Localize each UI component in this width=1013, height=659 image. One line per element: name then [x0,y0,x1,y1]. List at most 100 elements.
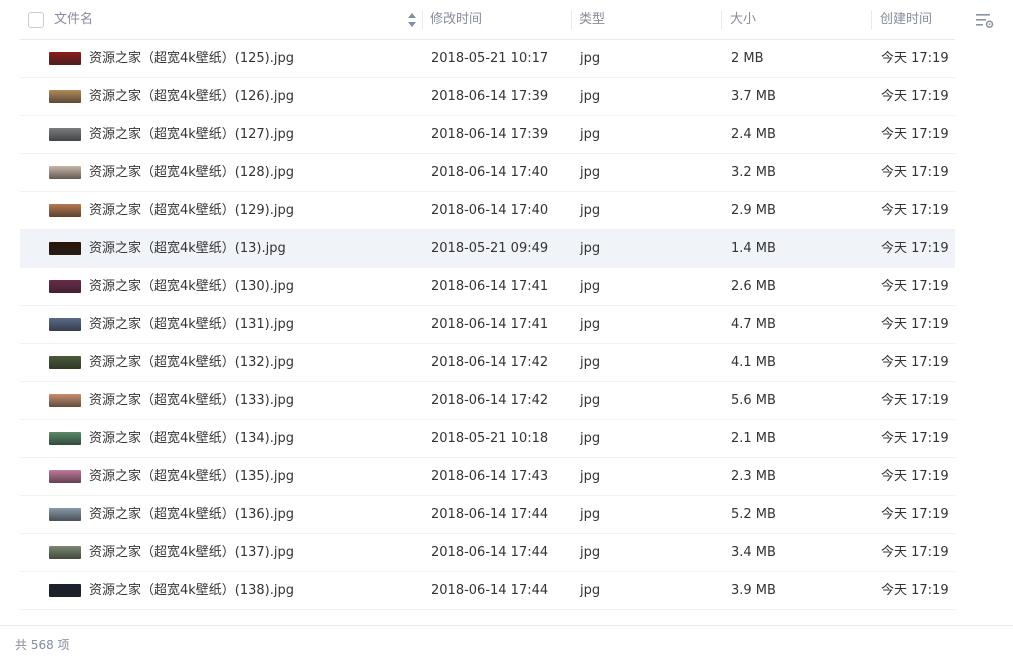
table-body: 资源之家（超宽4k壁纸）(125).jpg 2018-05-21 10:17 jpg… [20,40,955,610]
modified-time: 2018-06-14 17:44 [431,545,549,560]
image-thumbnail [49,242,81,255]
file-name[interactable]: 资源之家（超宽4k壁纸）(128).jpg [89,154,294,191]
file-size: 4.1 MB [731,355,776,370]
created-time: 今天 17:19 [881,583,949,598]
file-type: jpg [580,469,601,484]
modified-time: 2018-06-14 17:42 [431,393,549,408]
file-name[interactable]: 资源之家（超宽4k壁纸）(132).jpg [89,344,294,381]
file-type: jpg [580,241,601,256]
image-thumbnail [49,280,81,293]
image-thumbnail [49,432,81,445]
modified-time: 2018-06-14 17:40 [431,203,549,218]
image-thumbnail [49,584,81,597]
file-type: jpg [580,355,601,370]
modified-time: 2018-06-14 17:41 [431,317,549,332]
file-name[interactable]: 资源之家（超宽4k壁纸）(134).jpg [89,420,294,457]
file-size: 2.9 MB [731,203,776,218]
modified-time: 2018-06-14 17:40 [431,165,549,180]
table-row[interactable]: 资源之家（超宽4k壁纸）(130).jpg 2018-06-14 17:41 jpg… [20,268,955,306]
filter-settings-icon[interactable] [975,12,995,29]
column-header-size[interactable]: 大小 [730,0,756,40]
table-row[interactable]: 资源之家（超宽4k壁纸）(128).jpg 2018-06-14 17:40 jpg… [20,154,955,192]
file-type: jpg [580,127,601,142]
column-header-name[interactable]: 文件名 [54,0,93,40]
created-time: 今天 17:19 [881,51,949,66]
file-name[interactable]: 资源之家（超宽4k壁纸）(133).jpg [89,382,294,419]
table-row[interactable]: 资源之家（超宽4k壁纸）(135).jpg 2018-06-14 17:43 jpg… [20,458,955,496]
created-time: 今天 17:19 [881,545,949,560]
image-thumbnail [49,166,81,179]
file-type: jpg [580,583,601,598]
table-row[interactable]: 资源之家（超宽4k壁纸）(129).jpg 2018-06-14 17:40 jpg… [20,192,955,230]
column-header-created[interactable]: 创建时间 [880,0,932,40]
modified-time: 2018-06-14 17:41 [431,279,549,294]
table-row[interactable]: 资源之家（超宽4k壁纸）(136).jpg 2018-06-14 17:44 jpg… [20,496,955,534]
image-thumbnail [49,52,81,65]
table-row[interactable]: 资源之家（超宽4k壁纸）(13).jpg 2018-05-21 09:49 jpg 1… [20,230,955,268]
select-all-checkbox[interactable] [28,12,44,28]
file-name[interactable]: 资源之家（超宽4k壁纸）(137).jpg [89,534,294,571]
table-row[interactable]: 资源之家（超宽4k壁纸）(131).jpg 2018-06-14 17:41 jpg… [20,306,955,344]
modified-time: 2018-06-14 17:39 [431,89,549,104]
column-divider[interactable] [422,10,423,30]
column-header-type[interactable]: 类型 [579,0,605,40]
image-thumbnail [49,90,81,103]
table-row[interactable]: 资源之家（超宽4k壁纸）(137).jpg 2018-06-14 17:44 jpg… [20,534,955,572]
file-type: jpg [580,545,601,560]
table-row[interactable]: 资源之家（超宽4k壁纸）(132).jpg 2018-06-14 17:42 jpg… [20,344,955,382]
created-time: 今天 17:19 [881,393,949,408]
file-name[interactable]: 资源之家（超宽4k壁纸）(136).jpg [89,496,294,533]
item-count: 共 568 项 [15,638,70,652]
file-type: jpg [580,203,601,218]
file-type: jpg [580,393,601,408]
created-time: 今天 17:19 [881,355,949,370]
file-type: jpg [580,507,601,522]
created-time: 今天 17:19 [881,317,949,332]
table-row[interactable]: 资源之家（超宽4k壁纸）(133).jpg 2018-06-14 17:42 jpg… [20,382,955,420]
file-name[interactable]: 资源之家（超宽4k壁纸）(127).jpg [89,116,294,153]
table-row[interactable]: 资源之家（超宽4k壁纸）(138).jpg 2018-06-14 17:44 jpg… [20,572,955,610]
file-type: jpg [580,51,601,66]
created-time: 今天 17:19 [881,469,949,484]
column-divider[interactable] [721,10,722,30]
sort-arrows-icon[interactable] [407,12,417,28]
modified-time: 2018-06-14 17:39 [431,127,549,142]
file-name[interactable]: 资源之家（超宽4k壁纸）(129).jpg [89,192,294,229]
table-row[interactable]: 资源之家（超宽4k壁纸）(134).jpg 2018-05-21 10:18 jpg… [20,420,955,458]
file-name[interactable]: 资源之家（超宽4k壁纸）(138).jpg [89,572,294,609]
file-name[interactable]: 资源之家（超宽4k壁纸）(131).jpg [89,306,294,343]
table-row[interactable]: 资源之家（超宽4k壁纸）(125).jpg 2018-05-21 10:17 jpg… [20,40,955,78]
file-name[interactable]: 资源之家（超宽4k壁纸）(130).jpg [89,268,294,305]
file-name[interactable]: 资源之家（超宽4k壁纸）(125).jpg [89,40,294,77]
file-type: jpg [580,89,601,104]
created-time: 今天 17:19 [881,507,949,522]
column-divider[interactable] [571,10,572,30]
file-size: 2 MB [731,51,764,66]
created-time: 今天 17:19 [881,431,949,446]
modified-time: 2018-05-21 10:17 [431,51,549,66]
created-time: 今天 17:19 [881,89,949,104]
table-header: 文件名 修改时间 类型 大小 创建时间 [20,0,955,40]
table-row[interactable]: 资源之家（超宽4k壁纸）(126).jpg 2018-06-14 17:39 jpg… [20,78,955,116]
table-row[interactable]: 资源之家（超宽4k壁纸）(127).jpg 2018-06-14 17:39 jpg… [20,116,955,154]
file-type: jpg [580,279,601,294]
file-list-table: 文件名 修改时间 类型 大小 创建时间 资源之家（超宽4k壁纸）(125).jp… [20,0,955,610]
file-type: jpg [580,165,601,180]
file-size: 2.4 MB [731,127,776,142]
image-thumbnail [49,356,81,369]
file-size: 2.1 MB [731,431,776,446]
image-thumbnail [49,546,81,559]
file-name[interactable]: 资源之家（超宽4k壁纸）(126).jpg [89,78,294,115]
created-time: 今天 17:19 [881,127,949,142]
modified-time: 2018-06-14 17:43 [431,469,549,484]
file-size: 5.6 MB [731,393,776,408]
file-size: 3.2 MB [731,165,776,180]
image-thumbnail [49,128,81,141]
file-name[interactable]: 资源之家（超宽4k壁纸）(13).jpg [89,230,286,267]
column-divider[interactable] [871,10,872,30]
file-size: 3.4 MB [731,545,776,560]
created-time: 今天 17:19 [881,165,949,180]
file-name[interactable]: 资源之家（超宽4k壁纸）(135).jpg [89,458,294,495]
column-header-modified[interactable]: 修改时间 [430,0,482,40]
image-thumbnail [49,318,81,331]
